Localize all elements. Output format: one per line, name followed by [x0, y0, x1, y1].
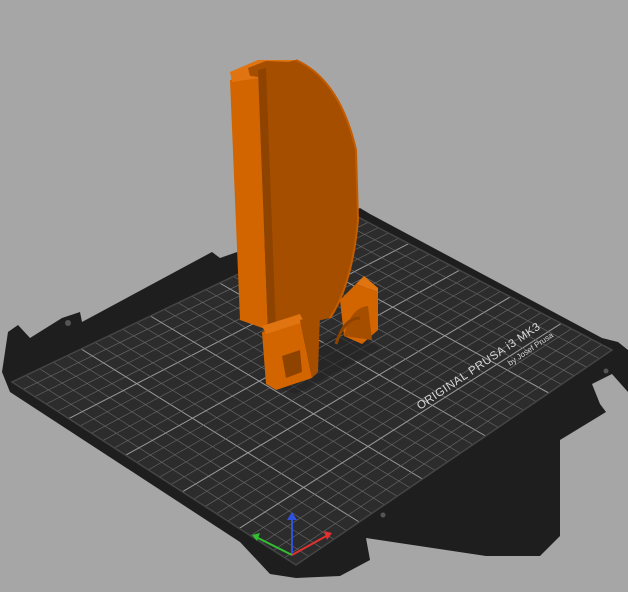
- 3d-viewport[interactable]: ORIGINAL PRUSA i3 MK3 by Josef Prusa: [0, 0, 628, 592]
